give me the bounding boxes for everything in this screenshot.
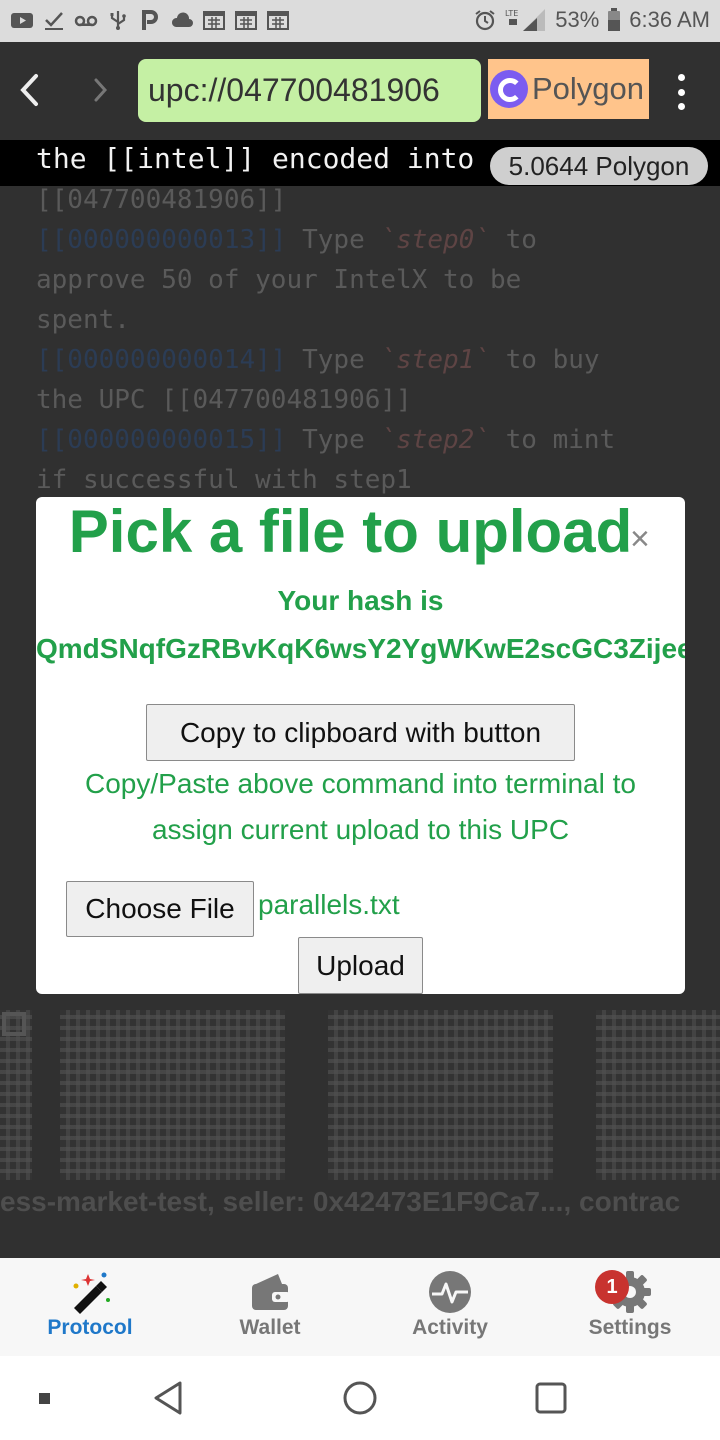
voicemail-icon bbox=[74, 15, 98, 27]
terminal-code: `step2` bbox=[380, 425, 490, 455]
terminal-header-text: the [[intel]] encoded into bbox=[36, 142, 475, 175]
polygon-logo-icon bbox=[490, 70, 528, 108]
qr-code bbox=[596, 1010, 720, 1180]
wallet-icon bbox=[252, 1274, 290, 1310]
terminal-text: to bbox=[489, 225, 537, 255]
tab-label: Protocol bbox=[47, 1316, 133, 1339]
terminal-link[interactable]: [[000000000014]] bbox=[36, 345, 286, 375]
qr-code bbox=[60, 1010, 285, 1180]
clock: 6:36 AM bbox=[629, 7, 710, 32]
qr-code bbox=[328, 1010, 553, 1180]
magic-wand-icon bbox=[73, 1272, 110, 1314]
network-selector[interactable]: Polygon bbox=[488, 59, 649, 119]
terminal-line: [[047700481906]] bbox=[36, 185, 287, 215]
close-icon[interactable]: × bbox=[630, 519, 656, 559]
terminal-text: to mint bbox=[489, 425, 616, 455]
terminal-line: approve 50 of your IntelX to be bbox=[36, 265, 522, 295]
usb-icon bbox=[110, 11, 126, 30]
calendar-icon bbox=[235, 11, 257, 30]
tab-label: Wallet bbox=[239, 1316, 301, 1339]
choose-file-button[interactable]: Choose File bbox=[66, 881, 254, 937]
calendar-icon bbox=[267, 11, 289, 30]
status-right: LTE 53% 6:36 AM bbox=[473, 7, 710, 33]
calendar-icon bbox=[203, 11, 225, 30]
status-bar: LTE 53% 6:36 AM bbox=[0, 0, 720, 42]
notification-badge: 1 bbox=[595, 1270, 629, 1304]
nav-back-icon[interactable] bbox=[152, 1380, 186, 1416]
activity-icon bbox=[429, 1271, 471, 1313]
terminal-text: Type bbox=[286, 425, 381, 455]
youtube-icon bbox=[11, 13, 33, 28]
hash-value: QmdSNqfGzRBvKqK6wsY2YgWKwE2scGC3Zijeex bbox=[36, 633, 685, 664]
upload-modal: Pick a file to upload × Your hash is Qmd… bbox=[36, 497, 685, 994]
url-field[interactable]: upc://047700481906 bbox=[138, 59, 481, 122]
svg-text:LTE: LTE bbox=[505, 9, 518, 18]
copy-to-clipboard-button[interactable]: Copy to clipboard with button bbox=[146, 704, 575, 761]
terminal-line: [[000000000014]] Type `step1` to buy bbox=[36, 340, 716, 380]
terminal-line: [[000000000013]] Type `step0` to bbox=[36, 220, 716, 260]
forward-icon[interactable] bbox=[86, 72, 114, 108]
overflow-menu-icon[interactable] bbox=[670, 74, 692, 110]
network-label: Polygon bbox=[532, 71, 645, 106]
tab-label: Activity bbox=[412, 1316, 488, 1339]
system-navigation-bar bbox=[0, 1356, 720, 1440]
qr-code-row bbox=[0, 1010, 720, 1180]
terminal-output: [[047700481906]] [[000000000013]] Type `s… bbox=[36, 180, 716, 500]
tab-label: Settings bbox=[588, 1316, 672, 1339]
check-download-icon bbox=[45, 12, 63, 30]
upload-instructions: Copy/Paste above command into terminal t… bbox=[85, 768, 636, 845]
terminal-link[interactable]: [[000000000015]] bbox=[36, 425, 286, 455]
terminal-line: the UPC [[047700481906]] bbox=[36, 385, 412, 415]
nav-home-icon[interactable] bbox=[342, 1380, 378, 1416]
dot-icon[interactable] bbox=[38, 1392, 52, 1406]
tab-protocol[interactable]: Protocol bbox=[0, 1258, 180, 1356]
battery-icon bbox=[608, 8, 621, 31]
tab-activity[interactable]: Activity bbox=[360, 1258, 540, 1356]
alarm-icon bbox=[475, 10, 495, 31]
back-icon[interactable] bbox=[14, 70, 46, 110]
tab-wallet[interactable]: Wallet bbox=[180, 1258, 360, 1356]
terminal-text: Type bbox=[286, 225, 381, 255]
qr-code bbox=[0, 1010, 32, 1180]
terminal-text: to buy bbox=[489, 345, 600, 375]
terminal-line: [[000000000015]] Type `step2` to mint bbox=[36, 420, 716, 460]
lte-signal-icon: LTE bbox=[505, 9, 546, 31]
modal-title: Pick a file to upload bbox=[68, 498, 633, 565]
terminal-code: `step0` bbox=[380, 225, 490, 255]
bottom-tab-bar: Protocol Wallet Activity Settings 1 bbox=[0, 1258, 720, 1356]
terminal-code: `step1` bbox=[380, 345, 490, 375]
nav-recents-icon[interactable] bbox=[534, 1381, 568, 1415]
parking-icon bbox=[142, 10, 158, 30]
tab-settings[interactable]: Settings bbox=[540, 1258, 720, 1356]
app-screen: LTE 53% 6:36 AM upc://047700481906 Polyg… bbox=[0, 0, 720, 1440]
notification-icons bbox=[10, 8, 290, 32]
battery-percent: 53% bbox=[555, 7, 600, 32]
terminal-text: Type bbox=[286, 345, 381, 375]
selected-file-name: parallels.txt bbox=[258, 889, 400, 920]
market-info-line: ess-market-test, seller: 0x42473E1F9Ca7.… bbox=[0, 1186, 681, 1217]
cloud-icon bbox=[171, 12, 193, 27]
hash-label: Your hash is bbox=[277, 585, 444, 616]
upload-button[interactable]: Upload bbox=[298, 937, 423, 994]
terminal-line: spent. bbox=[36, 305, 130, 335]
terminal-link[interactable]: [[000000000013]] bbox=[36, 225, 286, 255]
terminal-line: if successful with step1 bbox=[36, 465, 412, 495]
browser-toolbar: upc://047700481906 Polygon bbox=[0, 42, 720, 140]
